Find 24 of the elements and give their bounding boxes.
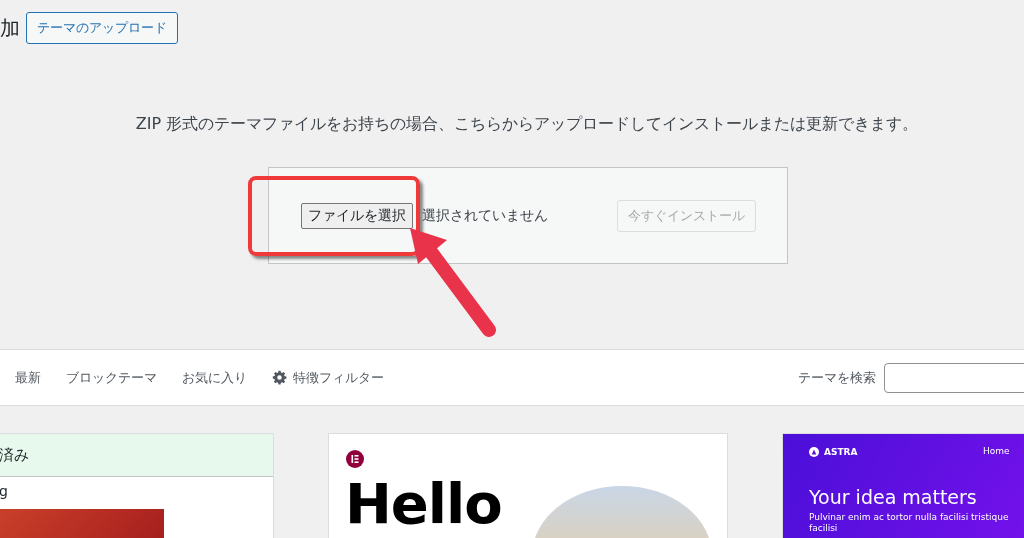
search-field[interactable] bbox=[884, 362, 1024, 393]
theme-headline: Hello bbox=[345, 470, 502, 538]
theme-card[interactable]: 済み g bbox=[0, 433, 274, 538]
installed-banner: 済み bbox=[0, 434, 273, 477]
file-status: 選択されていません bbox=[422, 206, 548, 225]
logo-icon bbox=[809, 447, 819, 457]
logo-text: ASTRA bbox=[824, 447, 858, 457]
theme-card[interactable]: Hello bbox=[328, 433, 728, 538]
theme-name: g bbox=[0, 482, 9, 501]
upload-description: ZIP 形式のテーマファイルをお持ちの場合、こちらからアップロードしてインストールまたは更新できます。 bbox=[134, 114, 920, 135]
choose-file-button[interactable]: ファイルを選択 bbox=[301, 202, 413, 229]
theme-card[interactable]: ASTRA Home Your idea matters Pulvinar enim ac tortor nulla facilisi tristique facilisi bbox=[782, 433, 1024, 538]
page-title: 加 bbox=[0, 14, 20, 42]
theme-headline: Your idea matters bbox=[809, 486, 977, 508]
theme-body-text: Pulvinar enim ac tortor nulla facilisi tristique facilisi bbox=[809, 512, 1010, 534]
upload-theme-button[interactable]: テーマのアップロード bbox=[26, 12, 178, 44]
nav-link: Home bbox=[983, 446, 1010, 456]
settings-icon bbox=[272, 370, 287, 385]
logo-icon bbox=[346, 450, 364, 468]
filter-link[interactable]: ブロックテーマ bbox=[66, 368, 157, 387]
filter-link[interactable]: 最新 bbox=[15, 368, 41, 387]
feature-filter-link[interactable]: 特徴フィルター bbox=[272, 368, 384, 387]
search-label: テーマを検索 bbox=[798, 368, 876, 387]
filter-link[interactable]: お気に入り bbox=[182, 368, 247, 387]
